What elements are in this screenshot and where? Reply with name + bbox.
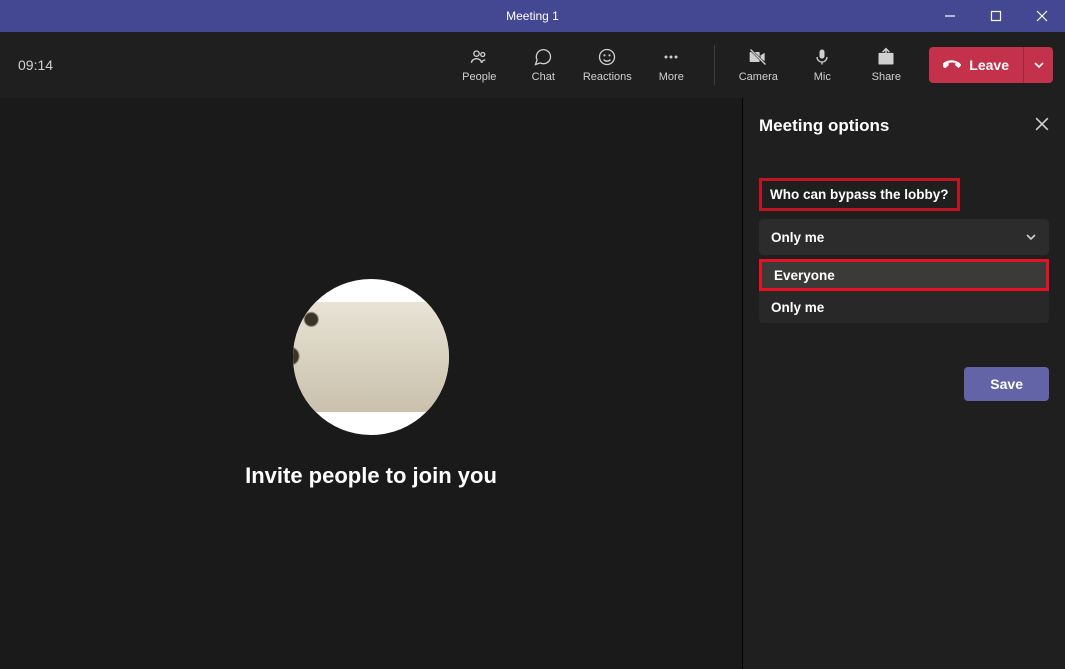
- save-button[interactable]: Save: [964, 367, 1049, 401]
- toolbar-divider: [714, 45, 715, 85]
- hangup-icon: [943, 56, 961, 74]
- minimize-icon: [944, 10, 956, 22]
- reactions-button[interactable]: Reactions: [580, 40, 634, 90]
- bypass-lobby-select[interactable]: Only me: [759, 219, 1049, 255]
- mic-icon: [812, 47, 832, 67]
- chat-icon: [533, 47, 553, 67]
- chevron-down-icon: [1025, 231, 1037, 243]
- reactions-icon: [597, 47, 617, 67]
- select-value: Only me: [771, 230, 824, 245]
- elapsed-time: 09:14: [12, 57, 53, 73]
- close-panel-button[interactable]: [1035, 117, 1049, 136]
- share-button[interactable]: Share: [859, 40, 913, 90]
- avatar: [293, 279, 449, 435]
- close-icon: [1036, 10, 1048, 22]
- leave-button[interactable]: Leave: [929, 47, 1023, 83]
- leave-chevron-button[interactable]: [1023, 47, 1053, 83]
- meeting-options-panel: Meeting options Who can bypass the lobby…: [743, 98, 1065, 669]
- chat-button[interactable]: Chat: [516, 40, 570, 90]
- option-everyone[interactable]: Everyone: [759, 259, 1049, 291]
- maximize-button[interactable]: [973, 0, 1019, 32]
- more-icon: [661, 47, 681, 67]
- close-icon: [1035, 117, 1049, 131]
- panel-title: Meeting options: [759, 116, 889, 136]
- maximize-icon: [990, 10, 1002, 22]
- window-title: Meeting 1: [506, 9, 559, 23]
- titlebar: Meeting 1: [0, 0, 1065, 32]
- invite-text: Invite people to join you: [245, 463, 497, 489]
- meeting-toolbar: 09:14 People Chat Reactions More Camer: [0, 32, 1065, 98]
- chevron-down-icon: [1033, 59, 1045, 71]
- option-only-me[interactable]: Only me: [759, 291, 1049, 323]
- meeting-stage: Invite people to join you: [0, 98, 743, 669]
- camera-button[interactable]: Camera: [731, 40, 785, 90]
- more-button[interactable]: More: [644, 40, 698, 90]
- mic-button[interactable]: Mic: [795, 40, 849, 90]
- share-icon: [876, 47, 896, 67]
- minimize-button[interactable]: [927, 0, 973, 32]
- people-button[interactable]: People: [452, 40, 506, 90]
- close-window-button[interactable]: [1019, 0, 1065, 32]
- bypass-lobby-label: Who can bypass the lobby?: [759, 178, 960, 211]
- camera-off-icon: [748, 47, 768, 67]
- people-icon: [469, 47, 489, 67]
